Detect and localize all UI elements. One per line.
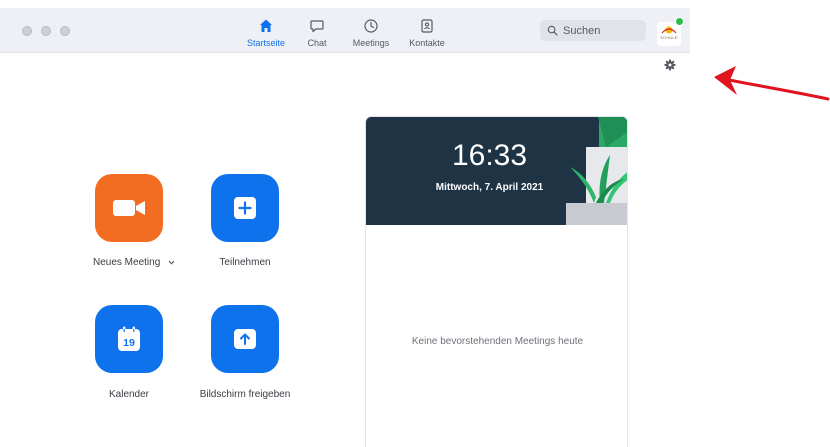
tab-meetings-label: Meetings [352,38,390,48]
minimize-window-button[interactable] [41,26,51,36]
video-camera-icon [113,200,145,216]
share-screen-label: Bildschirm freigeben [199,389,291,400]
plus-icon [234,197,256,219]
zoom-home-window: Startseite Chat Meetings Kontakte Suchen… [0,0,830,447]
avatar-label: SCHULE [660,35,678,40]
clock-icon [364,19,378,33]
tab-contacts-label: Kontakte [409,38,445,48]
tab-home-label: Startseite [246,38,286,48]
maximize-window-button[interactable] [60,26,70,36]
join-label: Teilnehmen [219,257,271,268]
search-input[interactable] [563,24,643,37]
join-button[interactable] [211,174,279,242]
new-meeting-label: Neues Meeting [93,257,161,268]
no-meetings-message: Keine bevorstehenden Meetings heute [411,336,584,347]
new-meeting-button[interactable] [95,174,163,242]
calendar-button[interactable]: 19 [95,305,163,373]
calendar-day-number: 19 [123,337,135,349]
share-screen-icon [234,329,256,349]
upcoming-meetings-panel: 16:33 Mittwoch, 7. April 2021 Keine bevo… [365,116,628,447]
search-icon [547,25,558,36]
tab-contacts[interactable]: Kontakte [401,18,453,48]
tab-chat[interactable]: Chat [297,18,337,48]
clock-banner: 16:33 Mittwoch, 7. April 2021 [366,117,627,225]
current-date: Mittwoch, 7. April 2021 [435,182,544,193]
annotation-arrow [714,66,830,101]
gear-icon[interactable] [664,59,676,71]
title-bar: Startseite Chat Meetings Kontakte Suchen… [0,8,690,53]
home-icon [260,19,272,32]
top-navigation: Startseite Chat Meetings Kontakte [243,18,455,48]
tab-home[interactable]: Startseite [243,18,289,48]
tab-meetings[interactable]: Meetings [347,18,395,48]
chat-icon [310,20,324,33]
calendar-icon: 19 [118,326,140,351]
calendar-label: Kalender [108,389,150,400]
search-box[interactable] [540,20,646,41]
chevron-down-icon[interactable] [168,260,175,265]
contacts-icon [421,19,433,33]
new-meeting-label-row[interactable]: Neues Meeting [93,257,175,268]
tab-chat-label: Chat [307,38,327,48]
share-screen-button[interactable] [211,305,279,373]
window-controls [22,26,70,36]
close-window-button[interactable] [22,26,32,36]
online-status-indicator [675,17,684,26]
current-time: 16:33 [451,139,528,172]
